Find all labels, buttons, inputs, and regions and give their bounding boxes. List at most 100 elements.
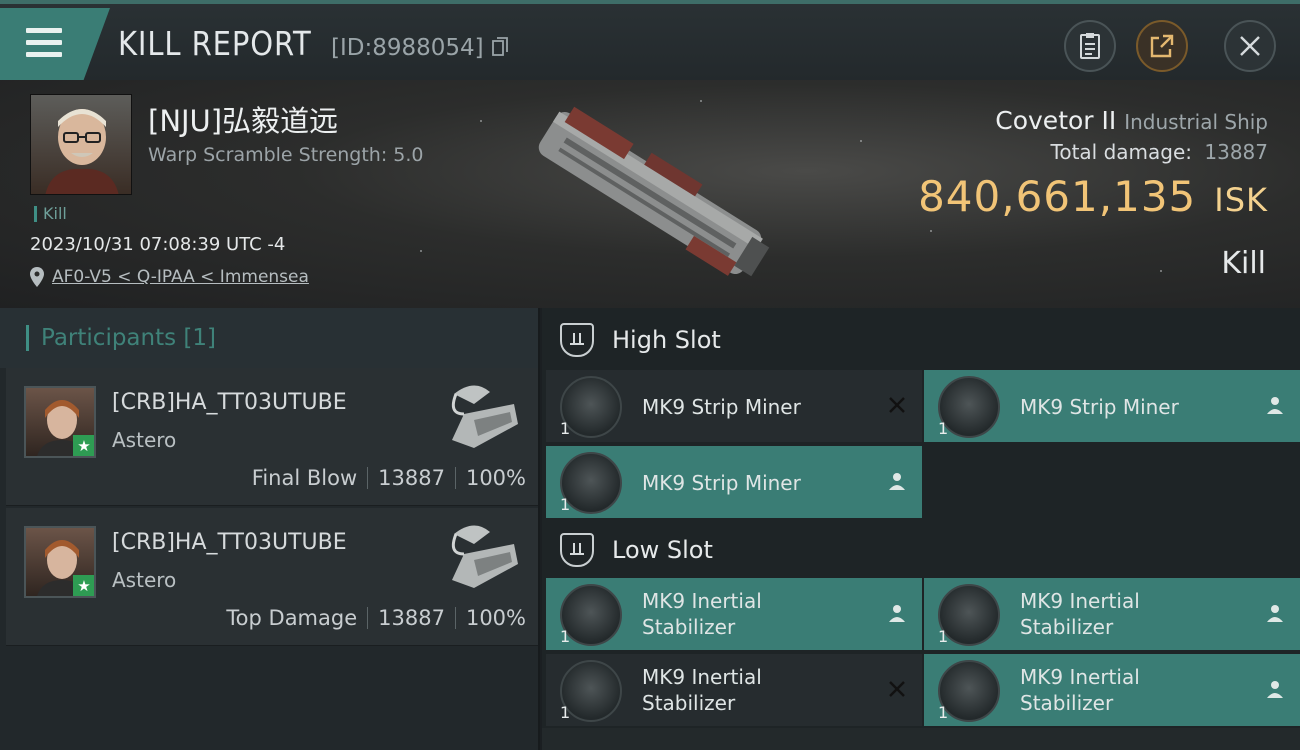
participant-avatar[interactable]: ★ [24,526,96,598]
kill-result-label: Kill [1221,246,1266,281]
next-section-edge [542,728,1300,750]
victim-name[interactable]: [NJU]弘毅道远 [148,98,338,140]
fitting-panel: High Slot 1 MK9 Strip Miner 1 MK9 Strip … [542,308,1300,750]
total-damage-label: Total damage: [1050,140,1193,164]
module-name: MK9 Strip Miner [642,395,801,419]
participant-ship-image [451,525,518,588]
participant-damage: 13887 [378,606,445,630]
module-name-line2: Stabilizer [642,691,736,715]
module-quantity: 1 [938,703,949,722]
participant-percent: 100% [465,466,526,490]
participant-row[interactable]: ★ [CRB]HA_TT03UTUBE Astero Final Blow 13… [6,368,538,506]
page-title: KILL REPORT [118,24,312,63]
module-name: MK9 Strip Miner [642,471,801,495]
participant-stats: Top Damage 13887 100% [226,606,526,630]
low-slot-header: Low Slot [542,518,1300,582]
module-name: MK9 Inertial Stabilizer [1020,588,1140,640]
participant-stats: Final Blow 13887 100% [252,466,526,490]
participant-percent: 100% [465,606,526,630]
isk-unit: ISK [1214,181,1268,219]
participant-name[interactable]: [CRB]HA_TT03UTUBE [112,530,347,555]
destroyed-x-icon [889,397,905,413]
location-text: AF0-V5 < Q-IPAA < Immensea [52,267,309,287]
menu-button[interactable] [0,8,110,80]
close-button[interactable] [1224,20,1276,72]
module-name-line2: Stabilizer [642,615,736,639]
dropped-person-icon [889,605,905,622]
high-slot-header: High Slot [542,308,1300,372]
module-name: MK9 Inertial Stabilizer [642,664,762,716]
report-id: [ID:8988054] [331,35,484,61]
dropped-person-icon [1267,397,1283,414]
module-name: MK9 Inertial Stabilizer [642,588,762,640]
victim-panel: [NJU]弘毅道远 Warp Scramble Strength: 5.0 Ki… [0,80,1300,308]
module-name-line1: MK9 Inertial [642,665,762,689]
module-name: MK9 Inertial Stabilizer [1020,664,1140,716]
module-item[interactable]: 1 MK9 Strip Miner [546,446,922,518]
destroyed-x-icon [889,681,905,697]
clipboard-button[interactable] [1064,20,1116,72]
ship-name[interactable]: Covetor II [995,106,1116,135]
module-quantity: 1 [560,627,571,646]
star-badge-icon: ★ [73,575,94,596]
module-quantity: 1 [938,419,949,438]
kill-tag: Kill [34,206,67,222]
module-name-line1: MK9 Inertial [1020,665,1140,689]
module-name-line2: Stabilizer [1020,691,1114,715]
dropped-person-icon [1267,681,1283,698]
isk-amount: 840,661,135 [918,172,1197,221]
participants-panel: Participants [1] ★ [CRB]HA_TT03UTUBE Ast… [0,308,540,750]
participant-ship: Astero [112,428,177,452]
total-damage: Total damage: 13887 [1051,140,1268,164]
warp-scramble-strength: Warp Scramble Strength: 5.0 [148,144,424,166]
participants-heading: Participants [41,325,177,351]
high-slot-label: High Slot [612,326,721,354]
menu-icon [26,28,62,58]
victim-ship-image [538,106,770,277]
low-slot-label: Low Slot [612,536,713,564]
participant-name[interactable]: [CRB]HA_TT03UTUBE [112,390,347,415]
participant-ship-image [451,385,518,448]
total-damage-value: 13887 [1204,140,1268,164]
module-name-line2: Stabilizer [1020,615,1114,639]
kill-timestamp: 2023/10/31 07:08:39 UTC -4 [30,234,286,255]
participant-row[interactable]: ★ [CRB]HA_TT03UTUBE Astero Top Damage 13… [6,508,538,646]
participant-role: Final Blow [251,466,358,490]
participant-avatar[interactable]: ★ [24,386,96,458]
module-item[interactable]: 1 MK9 Inertial Stabilizer [546,578,922,650]
module-name-line1: MK9 Inertial [642,589,762,613]
dropped-person-icon [1267,605,1283,622]
participant-damage: 13887 [378,466,445,490]
kill-location-link[interactable]: AF0-V5 < Q-IPAA < Immensea [30,267,309,287]
star-badge-icon: ★ [73,435,94,456]
location-pin-icon [30,267,44,287]
clipboard-icon [1080,33,1100,59]
share-button[interactable] [1136,20,1188,72]
module-item[interactable]: 1 MK9 Inertial Stabilizer [546,654,922,726]
low-slot-icon [560,533,594,567]
module-name-line1: MK9 Inertial [1020,589,1140,613]
module-item[interactable]: 1 MK9 Inertial Stabilizer [924,654,1300,726]
copy-icon[interactable] [492,37,508,57]
participant-ship: Astero [112,568,177,592]
isk-value: 840,661,135 ISK [918,172,1268,221]
top-bar: KILL REPORT [ID:8988054] [0,0,1300,80]
module-name: MK9 Strip Miner [1020,395,1179,419]
ship-type: Industrial Ship [1124,110,1268,134]
participants-header: Participants [1] [0,308,538,368]
participant-role: Top Damage [226,606,358,630]
victim-avatar[interactable] [30,94,132,195]
close-icon [1240,36,1260,56]
module-item[interactable]: 1 MK9 Strip Miner [546,370,922,442]
high-slot-icon [560,323,594,357]
victim-ship-name: Covetor II Industrial Ship [995,106,1268,135]
module-item[interactable]: 1 MK9 Inertial Stabilizer [924,578,1300,650]
participants-count: [1] [183,325,217,351]
module-item[interactable]: 1 MK9 Strip Miner [924,370,1300,442]
module-quantity: 1 [560,495,571,514]
share-icon [1150,34,1174,58]
module-quantity: 1 [560,419,571,438]
dropped-person-icon [889,473,905,490]
module-quantity: 1 [938,627,949,646]
module-quantity: 1 [560,703,571,722]
